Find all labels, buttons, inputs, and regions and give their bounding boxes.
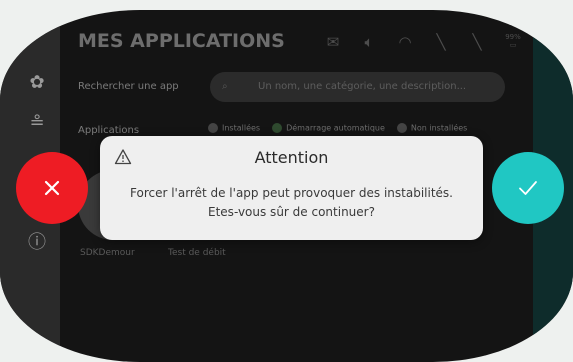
app-name[interactable]: Test de débit bbox=[168, 248, 226, 258]
mail-icon: ✉ bbox=[326, 33, 340, 51]
legend-autostart: Démarrage automatique bbox=[272, 123, 385, 133]
signal-off-icon: ╲ bbox=[472, 33, 482, 51]
storage-icon[interactable]: ≗ bbox=[26, 112, 48, 134]
signal-off-icon: ╲ bbox=[436, 33, 446, 51]
apps-icon[interactable]: ✿ bbox=[26, 72, 48, 94]
legend-not-installed: Non installées bbox=[396, 123, 467, 133]
check-icon bbox=[519, 181, 537, 195]
search-label: Rechercher une app bbox=[78, 81, 179, 92]
cancel-button[interactable] bbox=[16, 152, 88, 224]
close-icon bbox=[44, 180, 60, 196]
search-input[interactable]: ⌕ Un nom, une catégorie, une description… bbox=[210, 72, 505, 102]
app-name[interactable]: SDKDemour bbox=[80, 248, 135, 258]
wifi-icon: ◠ bbox=[398, 33, 412, 51]
search-placeholder: Un nom, une catégorie, une description..… bbox=[258, 81, 467, 92]
dialog-message-line: Forcer l'arrêt de l'app peut provoquer d… bbox=[130, 186, 453, 200]
dialog-title: Attention bbox=[254, 148, 329, 167]
legend: Installées Démarrage automatique Non ins… bbox=[208, 123, 467, 133]
confirm-dialog: Attention Forcer l'arrêt de l'app peut p… bbox=[100, 136, 483, 240]
dialog-message: Forcer l'arrêt de l'app peut provoquer d… bbox=[100, 184, 483, 222]
search-icon: ⌕ bbox=[222, 81, 228, 92]
legend-installed: Installées bbox=[208, 123, 260, 133]
page-title: MES APPLICATIONS bbox=[78, 30, 285, 52]
battery-label: 99% bbox=[505, 33, 521, 41]
confirm-button[interactable] bbox=[492, 152, 564, 224]
dialog-message-line: Etes-vous sûr de continuer? bbox=[208, 205, 375, 219]
volume-icon: 🔈︎ bbox=[364, 33, 374, 51]
info-icon[interactable]: ⓘ bbox=[26, 232, 48, 254]
battery-icon: 99% ▭ bbox=[505, 33, 521, 49]
applications-label: Applications bbox=[78, 125, 140, 136]
status-bar: ✉ 🔈︎ ◠ ╲ ╲ 99% ▭ bbox=[322, 30, 524, 54]
